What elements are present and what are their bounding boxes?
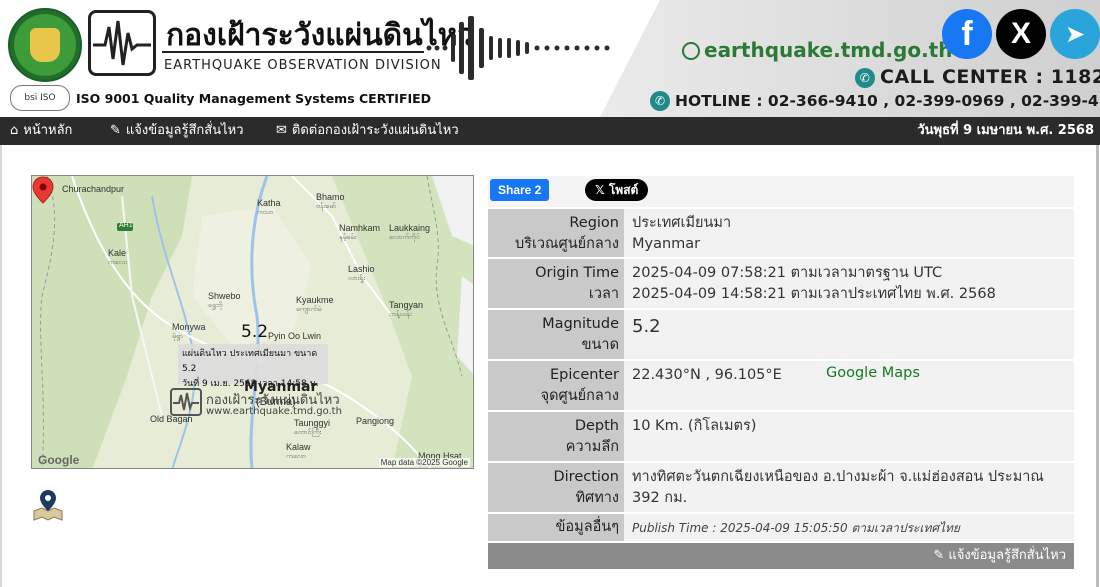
row-direction: Direction ทิศทาง ทางทิศตะวันตกเฉียงเหนือข… [488,463,1074,514]
iso-statement: ISO 9001 Quality Management Systems CERT… [76,91,432,106]
facebook-share-button[interactable]: Share 2 [490,179,550,201]
depth-label: Depth ความลึก [488,412,624,463]
depth-value: 10 Km. (กิโลเมตร) [632,418,757,434]
direction-value: ทางทิศตะวันตกเฉียงเหนือของ อ.ปางมะผ้า จ.… [632,469,1044,506]
map-place-label: Kyaukme ကျောက်မဲ [296,295,334,313]
map-place-label: Lashio လားရှိုး [348,264,375,282]
x-icon[interactable]: X [996,9,1046,59]
phone-icon: ✆ [650,91,670,111]
magnitude-label: Magnitude ขนาด [488,310,624,361]
nav-report[interactable]: ✎ แจ้งข้อมูลรู้สึกสั่นไหว [110,117,244,145]
row-origin-time: Origin Time เวลา 2025-04-09 07:58:21 ตามเ… [488,259,1074,310]
x-post-label: 𝕏 โพสต์ [595,183,639,197]
row-region: Region บริเวณศูนย์กลาง ประเทศเมียนมา Myanm… [488,209,1074,259]
map-popup: แผ่นดินไหว ประเทศเมียนมา ขนาด 5.2 วันที่… [178,344,328,389]
map-place-label: Katha ကသာ [257,198,281,216]
share-bar: Share 2 𝕏 โพสต์ [488,176,1074,207]
map-place-label: Namhkam နမ့်ခမ်း [339,223,381,241]
other-info-label: ข้อมูลอื่นๆ [488,514,624,543]
map-watermark: กองเฝ้าระวังแผ่นดินไหว www.earthquake.tm… [170,384,342,420]
map-place-label: Kale ကလေး [108,248,127,266]
origin-time-value: 2025-04-09 07:58:21 ตามเวลามาตรฐาน UTC 20… [632,265,996,302]
report-felt-button[interactable]: ✎ แจ้งข้อมูลรู้สึกสั่นไหว [933,543,1066,569]
map-place-label: Laukkaing လောက်ကိုင် [389,223,431,241]
divider [162,51,424,53]
nav-home[interactable]: ⌂ หน้าหลัก [10,117,72,145]
map-location-icon[interactable] [32,489,64,521]
magnitude-value: 5.2 [632,316,661,337]
region-label: Region บริเวณศูนย์กลาง [488,209,624,259]
mail-icon: ✉ [276,123,287,138]
region-value: ประเทศเมียนมา Myanmar [632,215,732,252]
home-icon: ⌂ [10,123,19,138]
popup-title: แผ่นดินไหว ประเทศเมียนมา ขนาด 5.2 [182,349,318,374]
nav-report-label: แจ้งข้อมูลรู้สึกสั่นไหว [125,123,244,138]
page-border-left [0,145,2,587]
phone-icon: ✆ [855,68,875,88]
tmd-logo[interactable] [8,8,82,82]
nav-home-label: หน้าหลัก [23,123,73,138]
origin-time-label: Origin Time เวลา [488,259,624,310]
telegram-icon[interactable]: ➤ [1050,9,1100,59]
nav-contact[interactable]: ✉ ติดต่อกองเฝ้าระวังแผ่นดินไหว [276,117,459,145]
row-magnitude: Magnitude ขนาด 5.2 [488,310,1074,361]
facebook-share-label: Share 2 [498,183,542,197]
nav-contact-label: ติดต่อกองเฝ้าระวังแผ่นดินไหว [291,123,459,138]
website-text: earthquake.tmd.go.th [704,38,953,62]
map-place-label: Shwebo ရွှေဘို [208,291,241,309]
report-felt-label: แจ้งข้อมูลรู้สึกสั่นไหว [948,548,1066,563]
seismograph-logo-icon [88,10,156,76]
page-border-right [1096,145,1099,587]
map-place-label: Monywa မုံရွာ [172,322,206,340]
x-post-button[interactable]: 𝕏 โพสต์ [585,179,649,201]
row-depth: Depth ความลึก 10 Km. (กิโลเมตร) [488,412,1074,463]
row-other-info: ข้อมูลอื่นๆ Publish Time : 2025-04-09 15… [488,514,1074,543]
hotline-text: HOTLINE : 02-366-9410 , 02-399-0969 , 02… [675,92,1100,110]
row-epicenter: Epicenter จุดศูนย์กลาง 22.430°N , 96.105°… [488,361,1074,412]
globe-icon [682,42,700,60]
map-magnitude-label: 5.2 [241,322,269,342]
direction-label: Direction ทิศทาง [488,463,624,514]
map-place-label: Pangiong [356,416,395,426]
call-center: ✆ CALL CENTER : 1182 [855,66,1100,88]
map-attribution[interactable]: Map data ©2025 Google [378,458,470,467]
call-center-text: CALL CENTER : 1182 [880,66,1100,88]
earthquake-map[interactable]: Churachandpur Bhamo ဗန်းမော် Katha ကသာ Nam… [31,175,474,469]
google-logo[interactable]: Google [38,453,79,467]
facebook-icon[interactable]: f [942,9,992,59]
highway-label: AH1 [119,222,133,229]
other-info-value: Publish Time : 2025-04-09 15:05:50 ตามเว… [632,514,1068,539]
epicenter-label: Epicenter จุดศูนย์กลาง [488,361,624,412]
publish-time: Publish Time : 2025-04-09 15:05:50 ตามเว… [632,521,960,535]
map-place-label: Churachandpur [62,184,125,194]
nav-bar: ⌂ หน้าหลัก ✎ แจ้งข้อมูลรู้สึกสั่นไหว ✉ ติดต… [0,117,1100,145]
country-sub-label: (Burma) [256,396,296,408]
seismograph-watermark-icon [170,388,202,416]
division-title-en: EARTHQUAKE OBSERVATION DIVISION [164,58,442,73]
google-maps-link[interactable]: Google Maps [826,365,920,381]
edit-icon: ✎ [933,548,949,563]
map-place-label: Taunggyi တောင်ကြီး [294,418,331,436]
site-header: กองเฝ้าระวังแผ่นดินไหว EARTHQUAKE OBSERV… [0,0,1100,117]
iso-certification-badge: bsi ISO [10,85,70,111]
current-date: วันพุธที่ 9 เมษายน พ.ศ. 2568 [917,123,1094,138]
map-place-label: Tangyan တန့်ယန်း [389,300,424,318]
seismic-wave-graphic [426,16,610,80]
map-place-label: Kalaw ကလော [286,442,311,460]
map-place-label: Pyin Oo Lwin [268,331,322,341]
hotline: ✆ HOTLINE : 02-366-9410 , 02-399-0969 , 0… [650,91,1100,111]
edit-icon: ✎ [110,123,121,138]
website-link[interactable]: earthquake.tmd.go.th [682,38,952,62]
report-bar: ✎ แจ้งข้อมูลรู้สึกสั่นไหว [488,543,1074,569]
epicenter-pin-icon[interactable] [32,176,54,204]
map-place-label: Bhamo ဗန်းမော် [316,192,345,210]
